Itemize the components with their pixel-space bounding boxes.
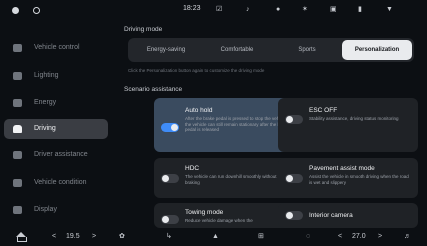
- mute-icon: ♪: [246, 6, 250, 13]
- signal-icon: ▼: [386, 6, 393, 13]
- mode-sports-button[interactable]: Sports: [272, 40, 342, 60]
- sidebar-item-label: Lighting: [34, 72, 59, 79]
- volume-icon[interactable]: ♬: [404, 231, 411, 243]
- home-icon[interactable]: [16, 232, 27, 242]
- assist-icon: [13, 151, 22, 159]
- toggle-knob: [286, 175, 293, 182]
- driving-settings-panel: Driving mode Energy-saving Comfortable S…: [120, 22, 420, 228]
- sidebar-item-lighting[interactable]: Lighting: [4, 66, 108, 86]
- mode-comfortable-button[interactable]: Comfortable: [202, 40, 272, 60]
- card-title: HDC: [185, 165, 200, 172]
- settings-sidebar: Vehicle control Lighting Energy Driving …: [0, 30, 112, 230]
- mode-energy-saving-button[interactable]: Energy-saving: [131, 40, 201, 60]
- card-title: ESC OFF: [309, 107, 338, 114]
- sidebar-item-vehicle-condition[interactable]: Vehicle condition: [4, 173, 108, 193]
- mode-hint-text: Click the Personalization button again t…: [128, 68, 265, 73]
- card-title: Auto hold: [185, 107, 213, 114]
- scenario-assistance-title: Scenario assistance: [124, 86, 183, 93]
- defrost-icon[interactable]: ◌: [306, 231, 310, 243]
- driving-mode-selector: Energy-saving Comfortable Sports Persona…: [128, 38, 414, 62]
- right-temp-increase-button[interactable]: >: [378, 231, 382, 243]
- condition-icon: [13, 179, 22, 187]
- right-temp-value: 27.0: [352, 233, 366, 240]
- sidebar-item-label: Vehicle condition: [34, 179, 87, 186]
- car-icon: [13, 125, 22, 133]
- auto-hold-toggle[interactable]: [161, 123, 179, 132]
- hdc-card[interactable]: HDC The vehicle can run downhill smoothl…: [154, 158, 294, 198]
- sidebar-item-label: Energy: [34, 99, 57, 106]
- esc-off-toggle[interactable]: [285, 115, 303, 124]
- seat-icon[interactable]: ↳: [166, 231, 172, 243]
- sidebar-item-label: Display: [34, 206, 57, 213]
- toggle-knob: [286, 116, 293, 123]
- status-time: 18:23: [183, 5, 201, 12]
- hdc-toggle[interactable]: [161, 174, 179, 183]
- card-description: Assist the vehicle in smooth driving whe…: [309, 174, 409, 185]
- card-description: After the brake pedal is pressed to stop…: [185, 116, 289, 133]
- sidebar-item-label: Driver assistance: [34, 151, 88, 158]
- mode-personalization-button[interactable]: Personalization: [342, 40, 412, 60]
- card-description: The vehicle can run downhill smoothly wi…: [185, 174, 277, 185]
- left-temp-increase-button[interactable]: >: [92, 231, 96, 243]
- status-bar: 18:23 ☑ ♪ ● ✶ ▣ ▮ ▼: [0, 0, 427, 22]
- sidebar-item-label: Driving: [34, 125, 56, 132]
- sidebar-item-driving[interactable]: Driving: [4, 119, 108, 139]
- avatar-icon[interactable]: [12, 7, 19, 14]
- esc-off-card[interactable]: ESC OFF Stability assistance, driving st…: [278, 98, 418, 152]
- toggle-knob: [162, 216, 169, 223]
- toggle-knob: [286, 212, 293, 219]
- card-description: Reduce vehicle damage when the: [185, 218, 253, 223]
- card-title: Interior camera: [309, 212, 353, 219]
- sidebar-item-driver-assistance[interactable]: Driver assistance: [4, 145, 108, 165]
- towing-mode-toggle[interactable]: [161, 215, 179, 224]
- sidebar-item-label: Vehicle control: [34, 44, 80, 51]
- pavement-assist-toggle[interactable]: [285, 174, 303, 183]
- right-temp-decrease-button[interactable]: <: [338, 231, 342, 243]
- toggle-knob: [162, 175, 169, 182]
- apps-grid-icon[interactable]: ⊞: [258, 231, 264, 243]
- sidebar-item-display[interactable]: Display: [4, 200, 108, 220]
- driving-mode-title: Driving mode: [124, 26, 163, 33]
- left-temp-value: 19.5: [66, 233, 80, 240]
- display-icon: [13, 206, 22, 214]
- left-temp-decrease-button[interactable]: <: [52, 231, 56, 243]
- ring-icon[interactable]: [33, 7, 40, 14]
- battery-icon: ▮: [358, 6, 362, 13]
- sidebar-item-vehicle-control[interactable]: Vehicle control: [4, 38, 108, 58]
- sidebar-item-energy[interactable]: Energy: [4, 93, 108, 113]
- car-icon[interactable]: ▲: [212, 231, 219, 243]
- interior-camera-toggle[interactable]: [285, 211, 303, 220]
- card-title: Towing mode: [185, 209, 224, 216]
- battery-energy-icon: [13, 99, 22, 107]
- bluetooth-icon: ✶: [302, 6, 308, 13]
- phone-icon: ☑: [216, 6, 223, 13]
- bottom-dock: < 19.5 > ✿ ↳ ▲ ⊞ ◌ < 27.0 > ♬: [0, 228, 427, 246]
- toggle-knob: [171, 124, 178, 131]
- card-title: Pavement assist mode: [309, 165, 375, 172]
- camera-icon: ▣: [330, 6, 337, 13]
- card-description: Stability assistance, driving status mon…: [309, 116, 399, 121]
- light-icon: [13, 72, 22, 80]
- towing-mode-card[interactable]: Towing mode Reduce vehicle damage when t…: [154, 203, 294, 228]
- wifi-icon: ●: [276, 6, 281, 13]
- auto-hold-card[interactable]: Auto hold After the brake pedal is press…: [154, 98, 294, 152]
- pavement-assist-card[interactable]: Pavement assist mode Assist the vehicle …: [278, 158, 418, 198]
- climate-fan-icon[interactable]: ✿: [119, 231, 125, 243]
- car-control-icon: [13, 44, 22, 52]
- interior-camera-card[interactable]: Interior camera: [278, 203, 418, 228]
